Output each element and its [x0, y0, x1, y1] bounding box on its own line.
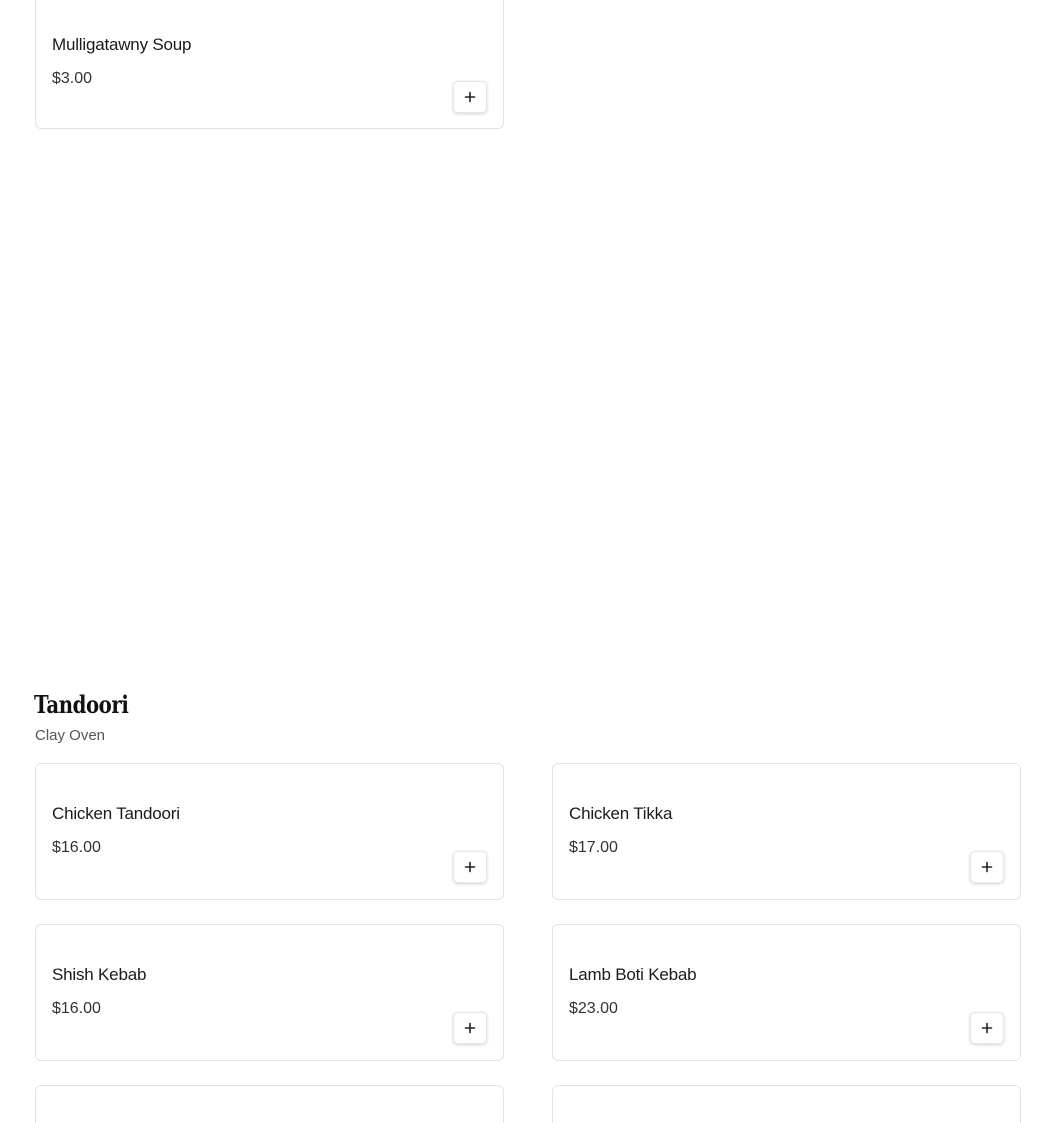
- menu-item-price: $17.00: [569, 839, 618, 856]
- menu-item-name: Shish Kebab: [52, 965, 147, 984]
- plus-icon: [464, 1022, 476, 1034]
- menu-item-price: $23.00: [569, 1000, 618, 1017]
- add-to-cart-button[interactable]: [970, 851, 1004, 883]
- menu-item-card[interactable]: Mulligatawny Soup $3.00: [35, 0, 504, 129]
- menu-item-price: $3.00: [52, 70, 93, 87]
- menu-item-price: $16.00: [52, 1000, 101, 1017]
- add-to-cart-button[interactable]: [453, 81, 487, 113]
- menu-item-card[interactable]: [35, 1085, 504, 1123]
- menu-item-price: $16.00: [52, 839, 101, 856]
- menu-item-card[interactable]: [552, 1085, 1021, 1123]
- menu-item-card[interactable]: Lamb Boti Kebab $23.00: [552, 924, 1021, 1061]
- plus-icon: [981, 861, 993, 873]
- add-to-cart-button[interactable]: [453, 1012, 487, 1044]
- menu-item-card[interactable]: Chicken Tikka $17.00: [552, 763, 1021, 900]
- menu-item-name: Chicken Tikka: [569, 804, 673, 823]
- add-to-cart-button[interactable]: [453, 851, 487, 883]
- section-title: Tandoori: [34, 690, 129, 719]
- menu-item-name: Mulligatawny Soup: [52, 35, 192, 54]
- section-subtitle: Clay Oven: [35, 727, 106, 744]
- menu-item-name: Chicken Tandoori: [52, 804, 180, 823]
- add-to-cart-button[interactable]: [970, 1012, 1004, 1044]
- menu-item-card[interactable]: Shish Kebab $16.00: [35, 924, 504, 1061]
- menu-item-name: Lamb Boti Kebab: [569, 965, 697, 984]
- plus-icon: [464, 91, 476, 103]
- plus-icon: [981, 1022, 993, 1034]
- menu-item-card[interactable]: Chicken Tandoori $16.00: [35, 763, 504, 900]
- plus-icon: [464, 861, 476, 873]
